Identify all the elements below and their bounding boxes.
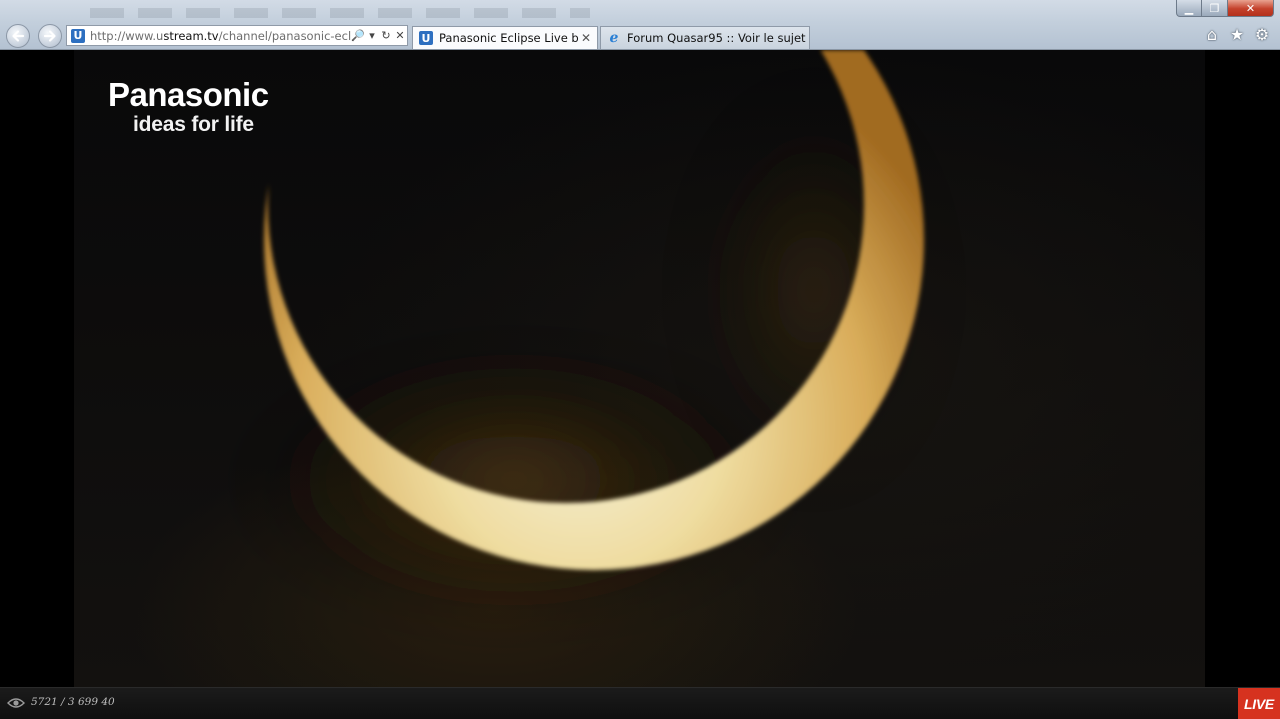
dropdown-chevron-icon[interactable]: ▾: [365, 29, 379, 42]
toolbar-icons: ⌂ ★ ⚙: [1204, 26, 1270, 44]
brand-tagline: ideas for life: [133, 113, 254, 136]
viewer-count: 5721 / 3 699 40: [31, 696, 115, 708]
favorites-star-icon[interactable]: ★: [1229, 26, 1245, 44]
brand-name: Panasonic: [108, 76, 269, 113]
video-area: Panasonic ideas for life: [0, 50, 1280, 687]
refresh-icon[interactable]: ↻: [379, 29, 393, 42]
ie-favicon-icon: ℯ: [609, 30, 619, 46]
minimize-button[interactable]: ▁: [1176, 0, 1202, 17]
window-controls: ▁ ❐ ✕: [1176, 0, 1274, 17]
panasonic-logo: Panasonic ideas for life: [108, 76, 269, 136]
live-badge: LIVE: [1238, 688, 1280, 719]
url-text[interactable]: http://www.ustream.tv/channel/panasonic-…: [90, 29, 351, 43]
search-icon[interactable]: 🔎: [351, 29, 365, 42]
url-prefix: http://www.u: [90, 28, 164, 43]
back-arrow-icon: [12, 30, 25, 42]
menu-bar-ghost: [90, 8, 590, 18]
browser-chrome: U http://www.ustream.tv/channel/panasoni…: [0, 0, 1280, 50]
tools-gear-icon[interactable]: ⚙: [1254, 26, 1270, 44]
url-domain: stream.tv: [163, 28, 219, 43]
video-player[interactable]: Panasonic ideas for life: [74, 50, 1205, 687]
forward-button[interactable]: [38, 24, 62, 48]
tab-title: Panasonic Eclipse Live by S...: [439, 31, 579, 45]
eclipse-crescent-image: [74, 50, 1205, 687]
ustream-favicon-icon: U: [71, 28, 85, 43]
home-icon[interactable]: ⌂: [1204, 26, 1220, 44]
close-window-button[interactable]: ✕: [1228, 0, 1274, 17]
browser-window: U http://www.ustream.tv/channel/panasoni…: [0, 0, 1280, 719]
tab-title: Forum Quasar95 :: Voir le sujet ...: [627, 31, 809, 45]
ustream-favicon-icon: U: [419, 31, 433, 45]
forward-arrow-icon: [43, 30, 56, 42]
stop-icon[interactable]: ✕: [393, 29, 407, 42]
address-bar[interactable]: U http://www.ustream.tv/channel/panasoni…: [66, 25, 408, 46]
restore-button[interactable]: ❐: [1202, 0, 1228, 17]
url-path: /channel/panasonic-eclipse: [218, 28, 351, 43]
eye-icon: [7, 698, 25, 708]
tab-panasonic-eclipse[interactable]: U Panasonic Eclipse Live by S... ✕: [412, 26, 598, 49]
player-status-bar: 5721 / 3 699 40 LIVE: [0, 687, 1280, 719]
tab-close-icon[interactable]: ✕: [579, 31, 593, 45]
back-button[interactable]: [6, 24, 30, 48]
tab-forum-quasar95[interactable]: ℯ Forum Quasar95 :: Voir le sujet ...: [600, 26, 810, 49]
